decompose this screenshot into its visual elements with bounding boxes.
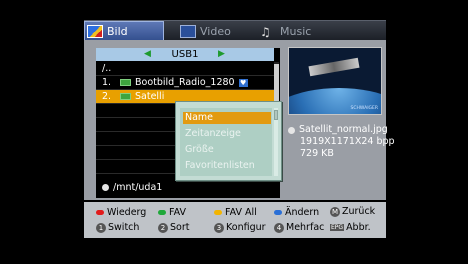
arrow-right-icon[interactable]: ▶ bbox=[218, 49, 225, 59]
current-path: /mnt/uda1 bbox=[102, 182, 162, 193]
blue-button-icon bbox=[274, 210, 282, 215]
red-button-icon bbox=[96, 210, 104, 215]
path-label: /mnt/uda1 bbox=[113, 182, 163, 193]
popup-scroll-thumb[interactable] bbox=[274, 110, 278, 120]
device-selector[interactable]: ◀ USB1 ▶ bbox=[96, 48, 274, 61]
tab-bild[interactable]: Bild bbox=[84, 21, 164, 41]
device-label: USB1 bbox=[171, 49, 199, 60]
list-item-parent[interactable]: /.. bbox=[96, 62, 274, 76]
popup-scrollbar[interactable] bbox=[274, 108, 278, 176]
sort-popup-menu: Name Zeitanzeige Größe Favoritenlisten bbox=[175, 101, 282, 181]
yellow-key-label: FAV All bbox=[225, 207, 257, 218]
popup-list: Name Zeitanzeige Größe Favoritenlisten bbox=[180, 108, 272, 176]
key-4-icon: 4 bbox=[274, 222, 284, 233]
menu-item-groesse[interactable]: Größe bbox=[183, 144, 271, 156]
image-preview: SCHWAIGER bbox=[288, 47, 382, 115]
key3-hint: 3 Konfigur bbox=[214, 222, 266, 233]
blue-key-label: Ändern bbox=[285, 207, 320, 218]
arrow-left-icon[interactable]: ◀ bbox=[144, 49, 151, 59]
video-icon bbox=[180, 24, 196, 38]
file-info: Satellit_normal.jpg 1919X1171X24 bpp 729… bbox=[288, 124, 395, 160]
row-number: 2. bbox=[102, 91, 112, 102]
folder-icon bbox=[120, 93, 131, 100]
music-note-icon: ♫ bbox=[260, 24, 271, 39]
epg-key-hint: EPG Abbr. bbox=[330, 222, 371, 233]
key-3-icon: 3 bbox=[214, 222, 224, 233]
tab-video-label: Video bbox=[200, 24, 231, 38]
menu-item-name[interactable]: Name bbox=[183, 112, 271, 124]
epg-key-label: Abbr. bbox=[346, 222, 371, 233]
path-bullet-icon bbox=[102, 184, 109, 191]
satellite-graphic bbox=[308, 57, 360, 77]
green-key-label: FAV bbox=[169, 207, 186, 218]
scroll-thumb[interactable] bbox=[274, 64, 279, 102]
red-key-label: Wiederg bbox=[107, 207, 147, 218]
blue-key-hint: Ändern bbox=[274, 207, 319, 218]
tab-music-label: Music bbox=[280, 24, 312, 38]
tab-bild-label: Bild bbox=[107, 24, 128, 38]
row-name: Satelli bbox=[135, 91, 165, 102]
key4-label: Mehrfac bbox=[286, 222, 325, 233]
favorite-icon: ♥ bbox=[238, 78, 248, 87]
red-key-hint: Wiederg bbox=[96, 207, 146, 218]
brand-logo: SCHWAIGER bbox=[350, 106, 378, 111]
media-tab-bar: Bild Video ♫ Music bbox=[84, 20, 386, 41]
menu-item-zeitanzeige[interactable]: Zeitanzeige bbox=[183, 128, 271, 140]
row-number: 1. bbox=[102, 77, 112, 88]
key4-hint: 4 Mehrfac bbox=[274, 222, 324, 233]
row-name: Bootbild_Radio_1280 bbox=[135, 77, 235, 88]
folder-icon bbox=[120, 79, 131, 86]
menu-key-icon: M bbox=[330, 206, 340, 217]
file-dimensions: 1919X1171X24 bpp bbox=[300, 136, 395, 147]
key1-label: Switch bbox=[108, 222, 140, 233]
file-name: Satellit_normal.jpg bbox=[299, 124, 388, 135]
tab-music[interactable]: ♫ Music bbox=[260, 21, 311, 41]
menu-item-favoritenlisten[interactable]: Favoritenlisten bbox=[183, 160, 271, 172]
menu-key-hint: M Zurück bbox=[330, 206, 375, 217]
file-size: 729 KB bbox=[300, 148, 334, 159]
row-number: /.. bbox=[102, 63, 112, 74]
tab-video[interactable]: Video bbox=[180, 21, 231, 41]
green-button-icon bbox=[158, 210, 166, 215]
media-player-screen: Bild Video ♫ Music ◀ USB1 ▶ /.. 1. Bootb… bbox=[0, 0, 468, 264]
info-bullet-icon bbox=[288, 126, 295, 134]
picture-icon bbox=[87, 24, 103, 38]
green-key-hint: FAV bbox=[158, 207, 186, 218]
key-2-icon: 2 bbox=[158, 222, 168, 233]
help-bar: Wiederg FAV FAV All Ändern M Zurück 1 Sw… bbox=[84, 202, 386, 238]
key3-label: Konfigur bbox=[226, 222, 266, 233]
key2-label: Sort bbox=[170, 222, 190, 233]
key2-hint: 2 Sort bbox=[158, 222, 189, 233]
key-1-icon: 1 bbox=[96, 222, 106, 233]
epg-key-icon: EPG bbox=[330, 224, 345, 231]
menu-key-label: Zurück bbox=[342, 206, 376, 217]
yellow-button-icon bbox=[214, 210, 222, 215]
yellow-key-hint: FAV All bbox=[214, 207, 257, 218]
list-item[interactable]: 1. Bootbild_Radio_1280 ♥ bbox=[96, 76, 274, 90]
key1-hint: 1 Switch bbox=[96, 222, 139, 233]
